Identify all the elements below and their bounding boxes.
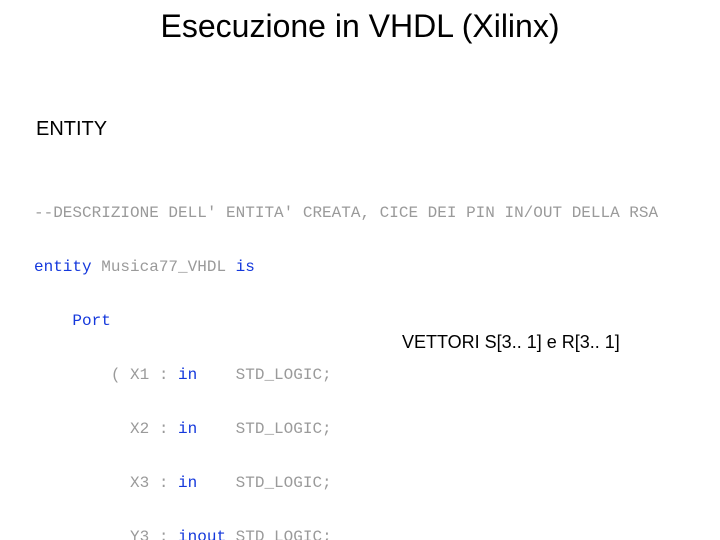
code-text: X3 : <box>34 474 178 492</box>
code-line: Port <box>34 312 658 330</box>
slide: Esecuzione in VHDL (Xilinx) ENTITY --DES… <box>0 0 720 540</box>
kw-in: in <box>178 474 197 492</box>
code-line: ( X1 : in STD_LOGIC; <box>34 366 658 384</box>
kw-in: in <box>178 366 197 384</box>
code-text: STD_LOGIC; <box>197 420 331 438</box>
kw-inout: inout <box>178 528 226 540</box>
kw-port: Port <box>34 312 111 330</box>
code-text: STD_LOGIC; <box>197 474 331 492</box>
code-text: STD_LOGIC; <box>226 528 332 540</box>
kw-is: is <box>236 258 255 276</box>
code-text: ( X1 : <box>34 366 178 384</box>
code-line: --DESCRIZIONE DELL' ENTITA' CREATA, CICE… <box>34 204 658 222</box>
kw-entity: entity <box>34 258 101 276</box>
code-line: X3 : in STD_LOGIC; <box>34 474 658 492</box>
code-text: Y3 : <box>34 528 178 540</box>
page-title: Esecuzione in VHDL (Xilinx) <box>0 8 720 45</box>
code-line: X2 : in STD_LOGIC; <box>34 420 658 438</box>
code-line: Y3 : inout STD_LOGIC; <box>34 528 658 540</box>
code-text: STD_LOGIC; <box>197 366 331 384</box>
vector-annotation: VETTORI S[3.. 1] e R[3.. 1] <box>398 330 624 355</box>
kw-in: in <box>178 420 197 438</box>
code-line: entity Musica77_VHDL is <box>34 258 658 276</box>
entity-label: ENTITY <box>36 118 107 141</box>
code-comment: --DESCRIZIONE DELL' ENTITA' CREATA, CICE… <box>34 204 658 222</box>
code-text: X2 : <box>34 420 178 438</box>
entity-name: Musica77_VHDL <box>101 258 235 276</box>
